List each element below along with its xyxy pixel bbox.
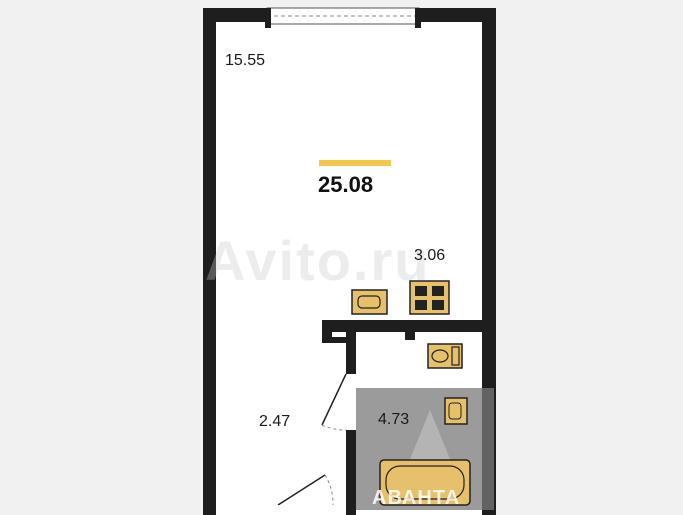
bathroom-area-label: 4.73: [378, 411, 410, 428]
total-area-bar: [319, 160, 391, 166]
washbasin-icon: [444, 397, 468, 425]
brand-logo-text: АВАНТА: [372, 487, 461, 509]
sink-icon: [351, 289, 388, 315]
hall-area-label: 2.47: [259, 413, 291, 430]
bathroom-wall-left: [346, 330, 356, 374]
watermark: Avito.ru: [205, 229, 431, 292]
main-room-area-label: 15.55: [225, 52, 266, 69]
kitchen-area-label: 3.06: [414, 247, 446, 264]
total-area-label: 25.08: [318, 172, 374, 197]
toilet-icon: [427, 343, 463, 369]
